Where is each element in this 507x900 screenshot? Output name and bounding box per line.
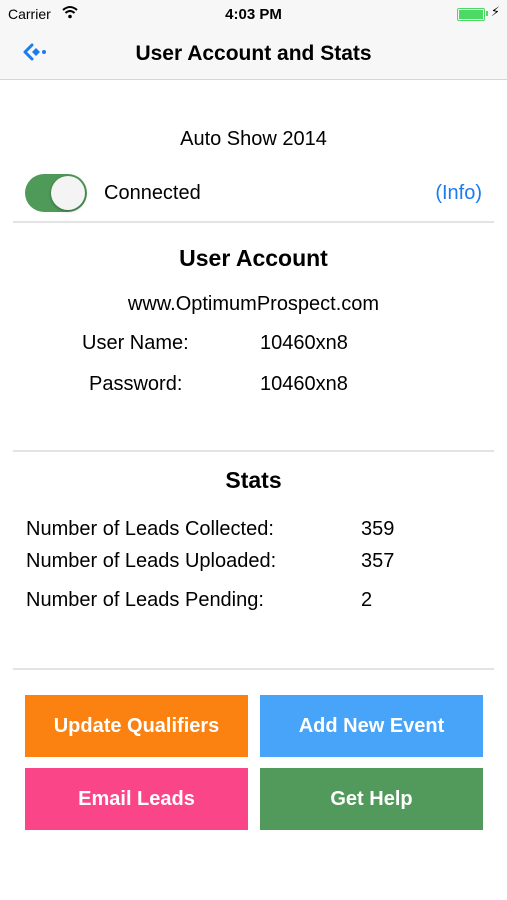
battery-icon bbox=[457, 8, 485, 21]
charging-bolt-icon: ⚡︎ bbox=[490, 4, 500, 19]
divider bbox=[13, 221, 494, 223]
stats-heading: Stats bbox=[225, 467, 282, 493]
username-value: 10460xn8 bbox=[260, 332, 348, 354]
user-account-heading: User Account bbox=[179, 245, 328, 271]
leads-uploaded-value: 357 bbox=[361, 550, 395, 572]
username-label: User Name: bbox=[82, 332, 189, 354]
update-qualifiers-button[interactable]: Update Qualifiers bbox=[25, 695, 248, 757]
toggle-knob bbox=[51, 176, 85, 210]
status-time: 4:03 PM bbox=[225, 6, 282, 23]
website-url: www.OptimumProspect.com bbox=[127, 293, 380, 315]
email-leads-button[interactable]: Email Leads bbox=[25, 768, 248, 830]
get-help-button[interactable]: Get Help bbox=[260, 768, 483, 830]
connection-toggle[interactable] bbox=[25, 174, 87, 212]
navigation-bar: User Account and Stats bbox=[0, 28, 507, 80]
page-title: User Account and Stats bbox=[135, 42, 372, 65]
password-label: Password: bbox=[89, 373, 183, 395]
password-value: 10460xn8 bbox=[260, 373, 348, 395]
leads-collected-value: 359 bbox=[361, 518, 395, 540]
event-name: Auto Show 2014 bbox=[180, 128, 327, 150]
connection-status: Connected bbox=[104, 182, 201, 204]
info-link[interactable]: (Info) bbox=[435, 182, 482, 205]
leads-pending-label: Number of Leads Pending: bbox=[26, 589, 264, 611]
divider bbox=[13, 668, 494, 670]
leads-collected-label: Number of Leads Collected: bbox=[26, 518, 274, 540]
leads-uploaded-label: Number of Leads Uploaded: bbox=[26, 550, 277, 572]
leads-pending-value: 2 bbox=[361, 589, 373, 611]
battery-cap bbox=[486, 11, 488, 16]
status-bar: Carrier 4:03 PM ⚡︎ bbox=[0, 0, 507, 28]
divider bbox=[13, 450, 494, 452]
add-new-event-button[interactable]: Add New Event bbox=[260, 695, 483, 757]
